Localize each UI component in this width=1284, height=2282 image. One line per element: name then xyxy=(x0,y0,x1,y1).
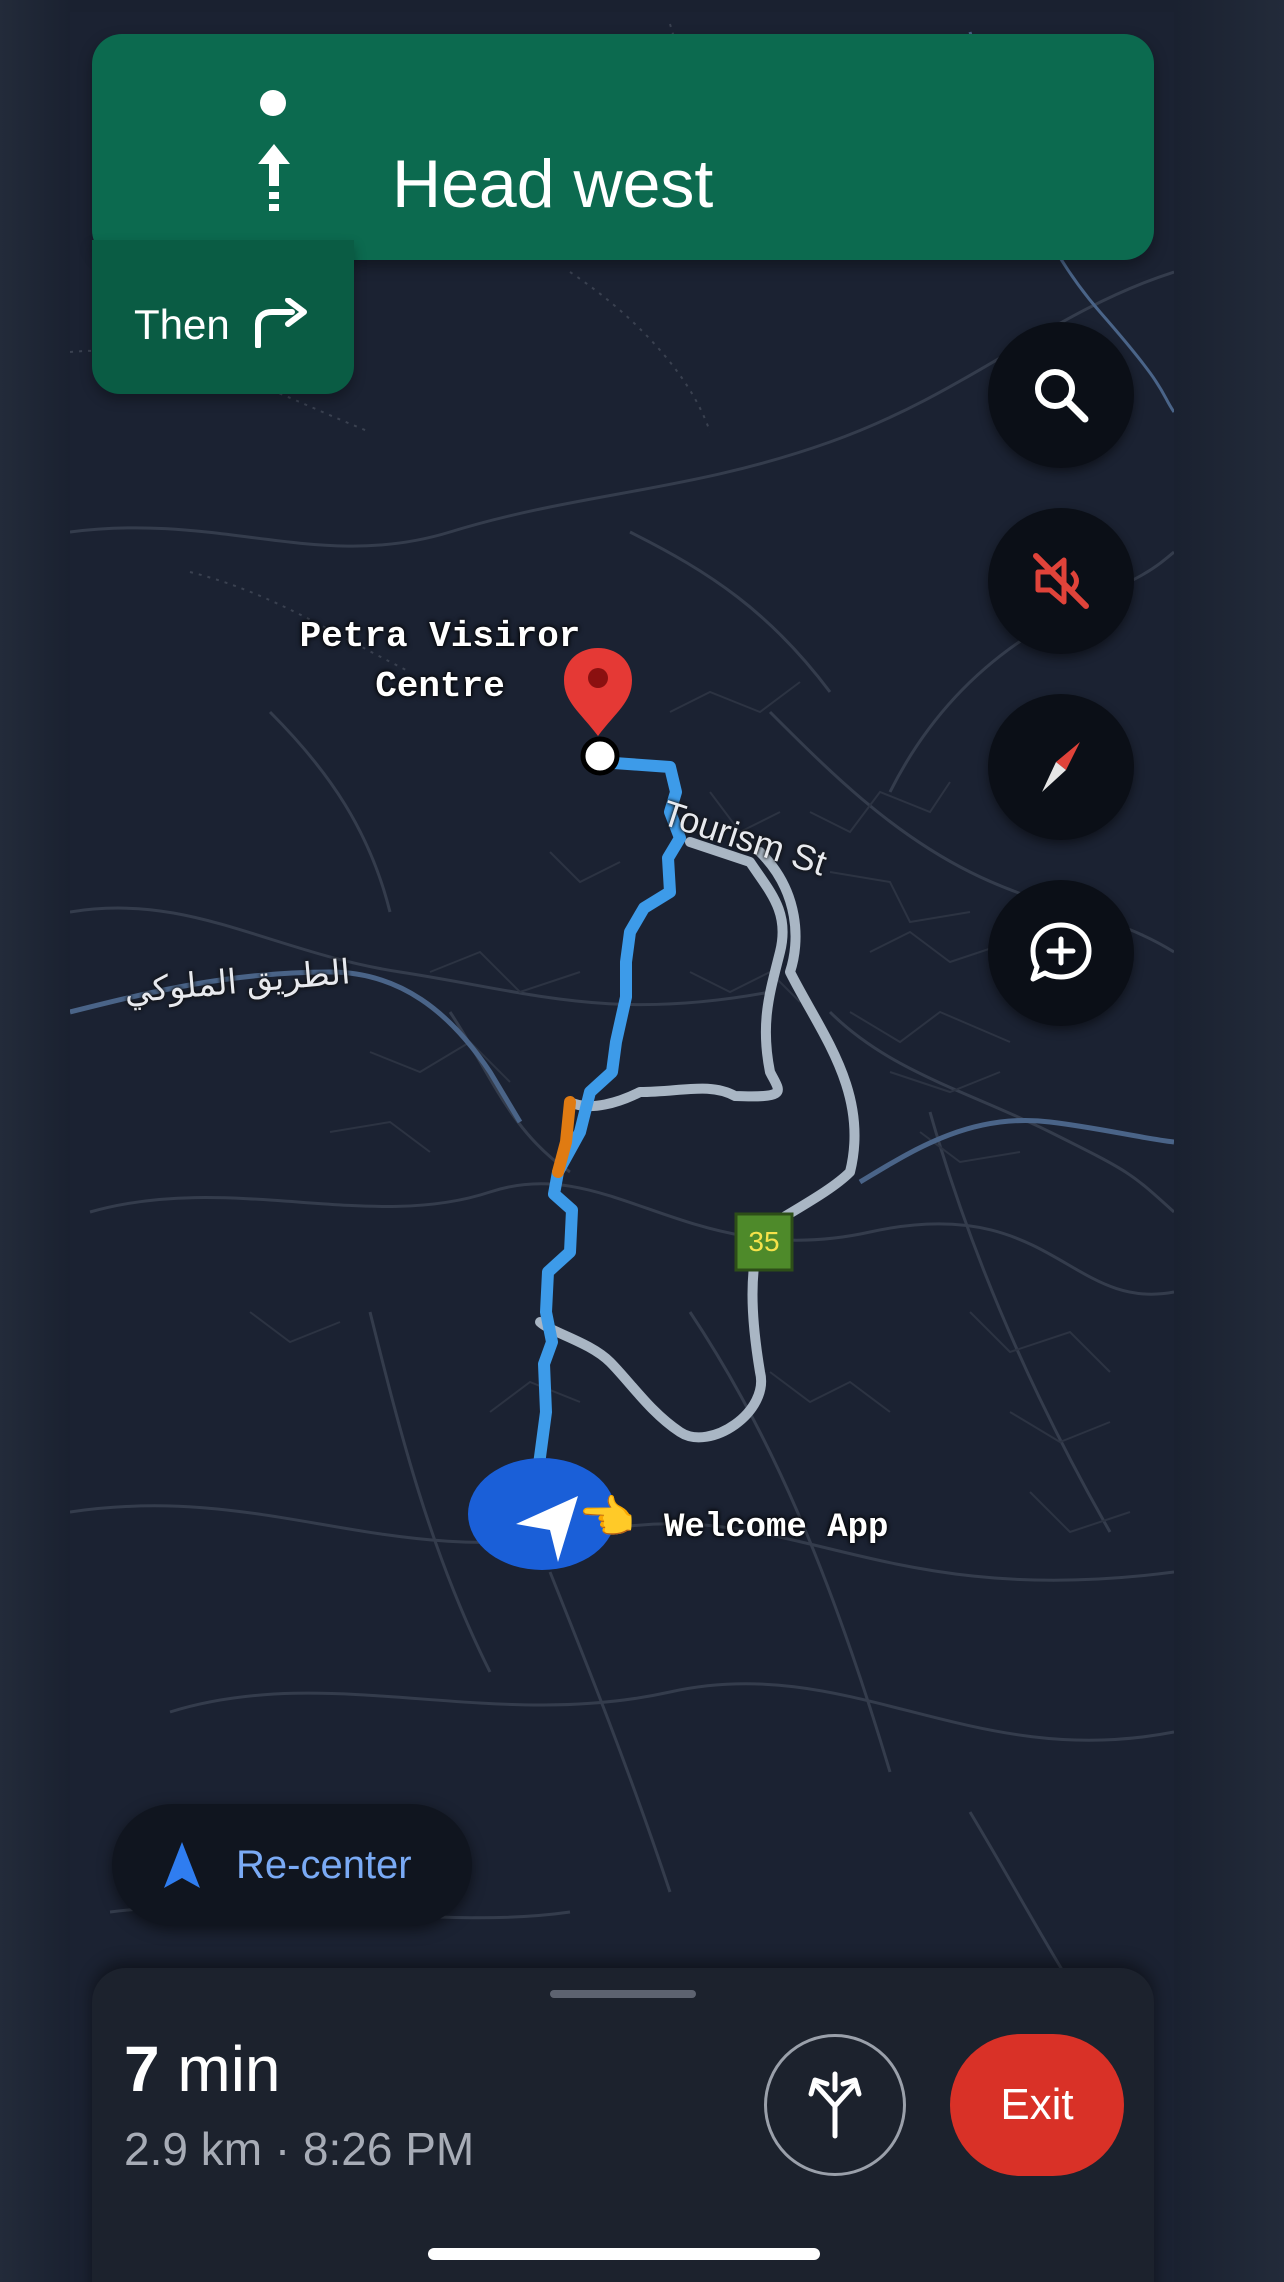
trip-details: 2.9 km · 8:26 PM xyxy=(124,2123,475,2175)
drag-handle[interactable] xyxy=(550,1990,696,1998)
navigation-screen: Petra Visiror Centre Tourism St الطريق ا… xyxy=(0,0,1284,2282)
search-icon xyxy=(1035,369,1089,423)
mute-button[interactable] xyxy=(988,508,1134,654)
duration-value: 7 xyxy=(124,2033,160,2105)
volume-off-icon xyxy=(1033,553,1089,609)
compass-button[interactable] xyxy=(988,694,1134,840)
compass-icon xyxy=(1042,742,1080,792)
then-label: Then xyxy=(134,301,230,348)
trip-duration: 7 min xyxy=(124,2032,281,2106)
user-label: Welcome App xyxy=(664,1509,889,1547)
add-report-button[interactable] xyxy=(988,880,1134,1026)
alternate-routes-button[interactable] xyxy=(764,2034,906,2176)
main-route xyxy=(532,756,686,1518)
home-indicator[interactable] xyxy=(428,2248,820,2260)
turn-right-icon xyxy=(255,298,307,348)
route-shield-label: 35 xyxy=(748,1226,780,1257)
add-report-icon xyxy=(1030,922,1092,982)
duration-unit: min xyxy=(177,2033,281,2105)
straight-arrow-icon xyxy=(258,144,290,211)
destination-label: Petra Visiror Centre xyxy=(299,616,581,707)
navigation-instruction-card[interactable]: Head west xyxy=(92,34,1154,260)
pointing-hand-icon: 👈 xyxy=(578,1491,636,1543)
search-button[interactable] xyxy=(988,322,1134,468)
instruction-text: Head west xyxy=(392,146,714,222)
start-dot-icon xyxy=(260,90,286,116)
trip-summary-sheet[interactable]: 7 min 2.9 km · 8:26 PM Exit xyxy=(92,1968,1154,2282)
exit-button[interactable]: Exit xyxy=(950,2034,1124,2176)
recenter-label: Re-center xyxy=(236,1843,412,1887)
alternate-routes xyxy=(535,837,860,1443)
navigation-arrow-icon xyxy=(164,1842,200,1888)
recenter-button[interactable]: Re-center xyxy=(112,1804,472,1926)
then-card[interactable]: Then xyxy=(92,240,354,394)
route-fork-icon xyxy=(808,2071,862,2139)
